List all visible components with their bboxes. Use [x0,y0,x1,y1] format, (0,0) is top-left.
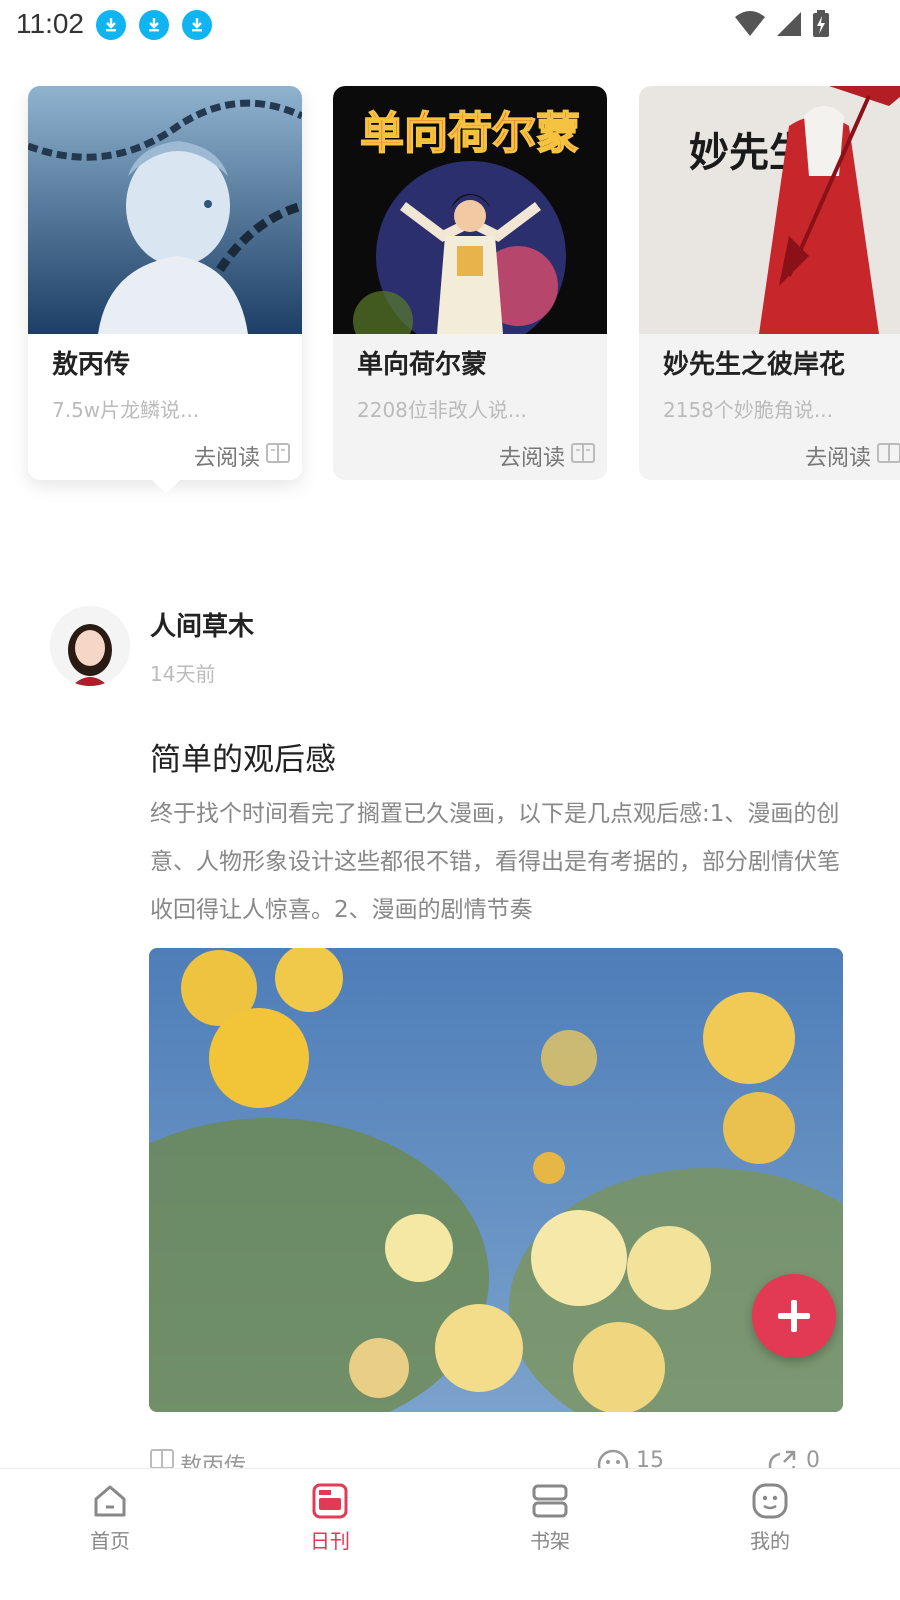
home-icon [94,1485,126,1517]
nav-bookshelf[interactable]: 书架 [490,1469,610,1600]
book-icon [877,442,900,470]
nav-daily-label: 日刊 [310,1529,350,1553]
comic-title: 敖丙传 [52,350,131,380]
profile-icon [752,1483,788,1519]
comic-cover-image: 单向荷尔蒙 [333,86,607,334]
comic-title: 单向荷尔蒙 [357,350,488,380]
post-body[interactable]: 终于找个时间看完了搁置已久漫画，以下是几点观后感:1、漫画的创意、人物形象设计这… [150,790,844,934]
read-button[interactable]: 去阅读 [499,440,595,472]
book-icon [150,1448,174,1470]
author-name[interactable]: 人间草木 [150,606,254,643]
comment-count: 15 [636,1448,664,1470]
read-button[interactable]: 去阅读 [805,440,900,472]
author-avatar[interactable] [50,606,130,686]
download-icon [96,10,126,40]
comic-card[interactable]: 妙先生 妙先生之彼岸花 2158个妙脆角说... 去阅读 [639,86,900,480]
post-tag[interactable]: 敖丙传 [150,1448,246,1470]
comic-card[interactable]: 敖丙传 7.5w片龙鳞说... 去阅读 [28,86,302,494]
comic-cover-image [28,86,302,334]
bookshelf-icon [532,1484,568,1518]
read-button[interactable]: 去阅读 [194,440,290,472]
nav-profile-label: 我的 [750,1529,790,1553]
svg-text:单向荷尔蒙: 单向荷尔蒙 [360,108,580,159]
battery-charging-icon [812,10,830,42]
daily-icon [312,1483,348,1519]
comment-icon [596,1448,630,1470]
download-icon [139,10,169,40]
card-pointer [152,480,180,494]
comic-carousel[interactable]: 敖丙传 7.5w片龙鳞说... 去阅读 单向荷尔蒙 单向荷尔蒙 2208位非改人… [0,86,900,506]
wifi-icon [734,11,766,41]
read-label: 去阅读 [193,446,260,471]
read-label: 去阅读 [804,446,871,471]
status-time: 11:02 [16,8,84,39]
read-label: 去阅读 [498,446,565,471]
book-icon [571,442,595,470]
comic-title: 妙先生之彼岸花 [663,350,846,380]
nav-bookshelf-label: 书架 [530,1529,570,1553]
plus-icon [778,1300,810,1332]
signal-icon [776,11,802,41]
comic-cover-image: 妙先生 [639,86,900,334]
comic-card[interactable]: 单向荷尔蒙 单向荷尔蒙 2208位非改人说... 去阅读 [333,86,607,480]
add-post-button[interactable] [752,1274,836,1358]
comic-subtitle: 2158个妙脆角说... [663,398,833,422]
post-title[interactable]: 简单的观后感 [150,734,336,779]
nav-home-label: 首页 [90,1529,130,1553]
nav-profile[interactable]: 我的 [710,1469,830,1600]
post-time: 14天前 [150,662,216,686]
nav-daily[interactable]: 日刊 [270,1469,390,1600]
comic-subtitle: 2208位非改人说... [357,398,527,422]
post-tag-label: 敖丙传 [180,1454,247,1470]
share-count: 0 [806,1448,820,1470]
comment-button[interactable]: 15 [596,1448,664,1470]
nav-home[interactable]: 首页 [50,1469,170,1600]
book-icon [266,442,290,470]
post-image[interactable] [149,948,843,1412]
download-icon [182,10,212,40]
share-button[interactable]: 0 [766,1448,820,1470]
status-bar: 11:02 [0,0,900,48]
comic-subtitle: 7.5w片龙鳞说... [52,398,200,422]
share-icon [766,1448,800,1470]
bottom-navigation: 首页 日刊 书架 我的 [0,1468,900,1600]
post-footer: 敖丙传 15 0 [0,1448,900,1470]
